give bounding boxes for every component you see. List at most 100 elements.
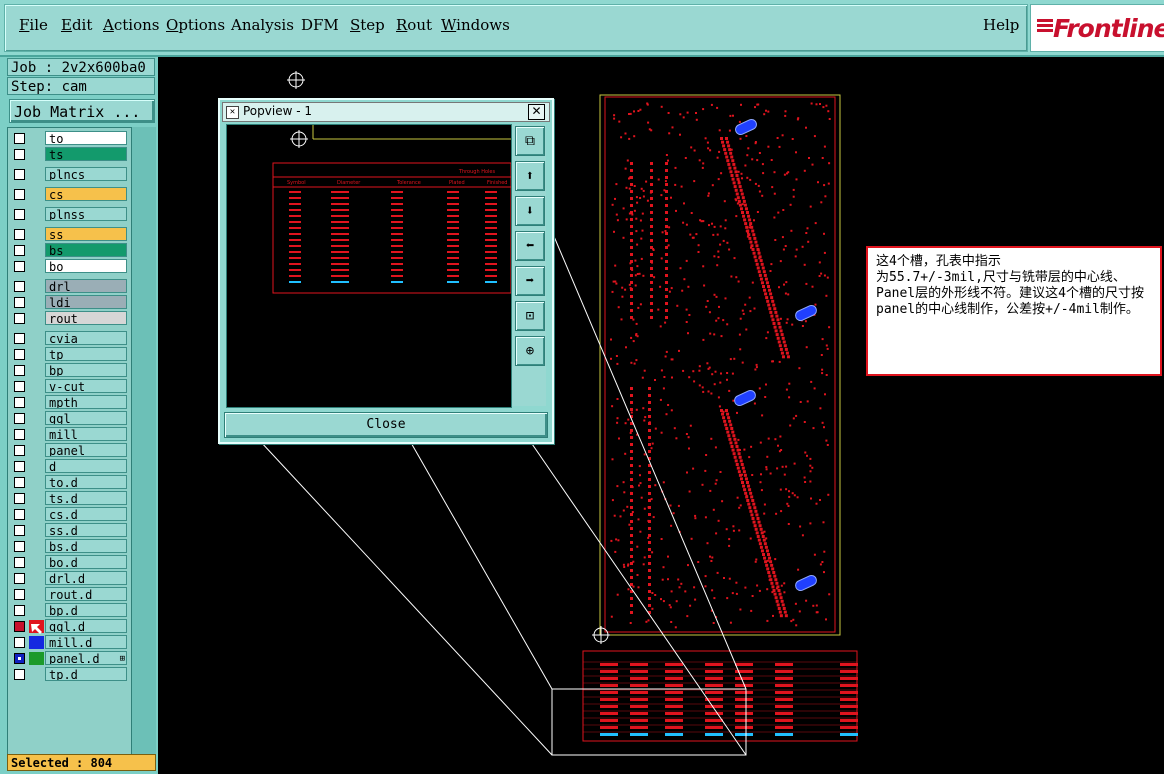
layer-row-to.d[interactable]: to.d [10, 475, 130, 490]
layer-checkbox[interactable] [14, 189, 25, 200]
help-menu[interactable]: Help [983, 16, 1019, 34]
layer-checkbox[interactable] [14, 365, 25, 376]
layer-checkbox[interactable] [14, 573, 25, 584]
layer-name[interactable]: ss.d [45, 523, 127, 537]
layer-row-plnss[interactable]: plnss [10, 207, 130, 222]
layer-checkbox[interactable] [14, 349, 25, 360]
layer-row-d[interactable]: d [10, 459, 130, 474]
layer-row-drl.d[interactable]: drl.d [10, 571, 130, 586]
popview-titlebar[interactable]: ✕ Popview - 1 ✕ [222, 102, 550, 122]
layer-checkbox[interactable] [14, 637, 25, 648]
layer-name[interactable]: plnss [45, 207, 127, 221]
layer-checkbox[interactable] [14, 133, 25, 144]
pan-right-icon[interactable]: ➡ [515, 266, 545, 296]
layer-row-bs.d[interactable]: bs.d [10, 539, 130, 554]
layer-row-to[interactable]: to [10, 131, 130, 146]
menu-rout[interactable]: Rout [396, 16, 432, 34]
layer-name[interactable]: bo [45, 259, 127, 273]
layer-checkbox[interactable] [14, 477, 25, 488]
layer-checkbox[interactable] [14, 149, 25, 160]
layer-row-cs[interactable]: cs [10, 187, 130, 202]
layer-checkbox[interactable] [14, 297, 25, 308]
popview-viewport[interactable]: Through Holes Symbol Diameter Tolerance Plat… [226, 124, 512, 408]
layer-row-rout.d[interactable]: rout.d [10, 587, 130, 602]
layer-name[interactable]: bp.d [45, 603, 127, 617]
layer-name[interactable]: ldi [45, 295, 127, 309]
layer-row-mill[interactable]: mill [10, 427, 130, 442]
menu-analysis[interactable]: Analysis [231, 16, 294, 34]
pan-left-icon[interactable]: ⬅ [515, 231, 545, 261]
layer-checkbox[interactable] [14, 445, 25, 456]
layer-row-tp[interactable]: tp [10, 347, 130, 362]
menu-options[interactable]: Options [166, 16, 225, 34]
layer-checkbox[interactable] [14, 169, 25, 180]
layer-name[interactable]: ts [45, 147, 127, 161]
layer-row-tp.d[interactable]: tp.d [10, 667, 130, 682]
layer-row-ldi[interactable]: ldi [10, 295, 130, 310]
zoom-in-icon[interactable]: ⧉ [515, 126, 545, 156]
layer-row-bp.d[interactable]: bp.d [10, 603, 130, 618]
layer-row-v-cut[interactable]: v-cut [10, 379, 130, 394]
layer-checkbox[interactable] [14, 653, 25, 664]
layer-checkbox[interactable] [14, 381, 25, 392]
layer-checkbox[interactable] [14, 621, 25, 632]
menu-file[interactable]: File [19, 16, 48, 34]
layer-row-drl[interactable]: drl [10, 279, 130, 294]
layer-row-bo[interactable]: bo [10, 259, 130, 274]
menu-edit[interactable]: Edit [61, 16, 92, 34]
zoom-fit-icon[interactable]: ⊡ [515, 301, 545, 331]
layer-name[interactable]: bo.d [45, 555, 127, 569]
layer-row-panel[interactable]: panel [10, 443, 130, 458]
layer-row-bp[interactable]: bp [10, 363, 130, 378]
layer-row-mill.d[interactable]: mill.d [10, 635, 130, 650]
layer-name[interactable]: to [45, 131, 127, 145]
layer-checkbox[interactable] [14, 541, 25, 552]
layer-name[interactable]: ggl.d [45, 619, 127, 633]
layer-name[interactable]: bp [45, 363, 127, 377]
layer-checkbox[interactable] [14, 605, 25, 616]
layer-name[interactable]: panel [45, 443, 127, 457]
layer-row-ggl[interactable]: ggl [10, 411, 130, 426]
layer-row-bs[interactable]: bs [10, 243, 130, 258]
layer-name[interactable]: v-cut [45, 379, 127, 393]
menu-windows[interactable]: Windows [441, 16, 510, 34]
layer-checkbox[interactable] [14, 313, 25, 324]
layer-list-scrollbar[interactable] [132, 127, 156, 761]
layer-row-plncs[interactable]: plncs [10, 167, 130, 182]
pan-down-icon[interactable]: ⬇ [515, 196, 545, 226]
layer-name[interactable]: cs.d [45, 507, 127, 521]
layer-name[interactable]: cvia [45, 331, 127, 345]
layer-checkbox[interactable] [14, 461, 25, 472]
layer-name[interactable]: mill [45, 427, 127, 441]
layer-name[interactable]: d [45, 459, 127, 473]
layer-name[interactable]: drl.d [45, 571, 127, 585]
layer-name[interactable]: drl [45, 279, 127, 293]
layer-checkbox[interactable] [14, 245, 25, 256]
layer-checkbox[interactable] [14, 281, 25, 292]
layer-checkbox[interactable] [14, 413, 25, 424]
layer-row-cvia[interactable]: cvia [10, 331, 130, 346]
menu-actions[interactable]: Actions [103, 16, 159, 34]
layer-row-cs.d[interactable]: cs.d [10, 507, 130, 522]
layer-name[interactable]: rout.d [45, 587, 127, 601]
layer-name[interactable]: panel.d ⊞ [45, 651, 127, 665]
layer-row-panel.d[interactable]: panel.d ⊞ [10, 651, 130, 666]
pan-up-icon[interactable]: ⬆ [515, 161, 545, 191]
layer-checkbox[interactable] [14, 525, 25, 536]
layer-checkbox[interactable] [14, 669, 25, 680]
layer-checkbox[interactable] [14, 261, 25, 272]
layer-checkbox[interactable] [14, 229, 25, 240]
layer-row-bo.d[interactable]: bo.d [10, 555, 130, 570]
layer-checkbox[interactable] [14, 493, 25, 504]
layer-name[interactable]: ss [45, 227, 127, 241]
layer-name[interactable]: mill.d [45, 635, 127, 649]
layer-name[interactable]: to.d [45, 475, 127, 489]
zoom-out-icon[interactable]: ⊕ [515, 336, 545, 366]
layer-row-ts[interactable]: ts [10, 147, 130, 162]
layer-checkbox[interactable] [14, 209, 25, 220]
layer-checkbox[interactable] [14, 397, 25, 408]
layer-checkbox[interactable] [14, 509, 25, 520]
layer-row-mpth[interactable]: mpth [10, 395, 130, 410]
layer-name[interactable]: tp [45, 347, 127, 361]
layer-name[interactable]: cs [45, 187, 127, 201]
